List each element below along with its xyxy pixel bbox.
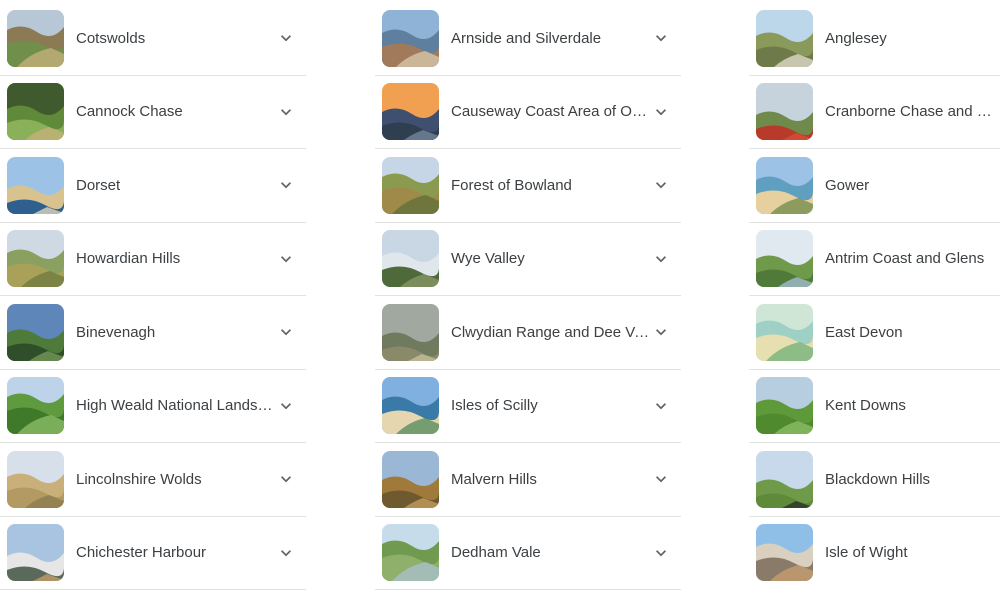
place-name-label: Antrim Coast and Glens xyxy=(825,250,985,268)
place-list-item[interactable]: Clwydian Range and Dee Valley xyxy=(375,296,681,370)
place-list-item[interactable]: Blackdown Hills xyxy=(749,443,1000,517)
place-list-item[interactable]: Antrim Coast and Glens xyxy=(749,223,1000,296)
place-name-label: Cotswolds xyxy=(76,29,146,47)
place-thumbnail xyxy=(382,524,439,582)
place-list-item[interactable]: Wye Valley xyxy=(375,223,681,296)
place-name-label: Malvern Hills xyxy=(451,470,537,488)
place-thumbnail xyxy=(382,9,439,67)
place-name-label: Blackdown Hills xyxy=(825,470,931,488)
place-thumbnail xyxy=(756,156,813,214)
place-name-label: Forest of Bowland xyxy=(451,176,572,194)
place-name-label: Kent Downs xyxy=(825,397,906,415)
place-list-item[interactable]: Arnside and Silverdale xyxy=(375,2,681,76)
chevron-down-icon[interactable] xyxy=(651,249,671,269)
chevron-down-icon[interactable] xyxy=(276,469,296,489)
place-list-item[interactable]: Cranborne Chase and West Wiltshire Downs xyxy=(749,76,1000,149)
place-list-item[interactable]: Forest of Bowland xyxy=(375,149,681,223)
place-list-item[interactable]: Malvern Hills xyxy=(375,443,681,517)
place-list-item[interactable]: Dedham Vale xyxy=(375,517,681,590)
place-list-item[interactable]: Chichester Harbour xyxy=(0,517,306,590)
place-list-item[interactable]: Cannock Chase xyxy=(0,76,306,149)
place-name-label: Gower xyxy=(825,176,870,194)
place-name-label: Causeway Coast Area of Outstanding Natur… xyxy=(451,103,651,121)
place-name-label: Chichester Harbour xyxy=(76,544,207,562)
chevron-down-icon[interactable] xyxy=(651,322,671,342)
places-column-2: Arnside and Silverdale Causeway Coast Ar… xyxy=(375,2,681,590)
chevron-down-icon[interactable] xyxy=(651,102,671,122)
chevron-down-icon[interactable] xyxy=(651,28,671,48)
place-name-label: Isle of Wight xyxy=(825,544,908,562)
chevron-down-icon[interactable] xyxy=(651,543,671,563)
place-name-label: Dorset xyxy=(76,176,121,194)
chevron-down-icon[interactable] xyxy=(651,469,671,489)
place-thumbnail xyxy=(756,9,813,67)
chevron-down-icon[interactable] xyxy=(651,396,671,416)
place-thumbnail xyxy=(382,230,439,288)
place-name-label: Wye Valley xyxy=(451,250,525,268)
place-list-item[interactable]: Gower xyxy=(749,149,1000,223)
chevron-down-icon[interactable] xyxy=(276,28,296,48)
place-list-item[interactable]: Causeway Coast Area of Outstanding Natur… xyxy=(375,76,681,149)
chevron-down-icon[interactable] xyxy=(276,543,296,563)
place-name-label: Arnside and Silverdale xyxy=(451,29,602,47)
place-thumbnail xyxy=(756,377,813,435)
place-list-item[interactable]: Dorset xyxy=(0,149,306,223)
chevron-down-icon[interactable] xyxy=(276,249,296,269)
place-thumbnail xyxy=(7,9,64,67)
place-list-item[interactable]: Isle of Wight xyxy=(749,517,1000,590)
chevron-down-icon[interactable] xyxy=(651,175,671,195)
place-name-label: Lincolnshire Wolds xyxy=(76,470,202,488)
place-list-item[interactable]: High Weald National Landscape xyxy=(0,370,306,443)
place-name-label: High Weald National Landscape xyxy=(76,397,276,415)
place-thumbnail xyxy=(7,377,64,435)
place-thumbnail xyxy=(7,156,64,214)
place-thumbnail xyxy=(756,83,813,141)
place-thumbnail xyxy=(756,230,813,288)
place-name-label: Cannock Chase xyxy=(76,103,183,121)
place-list-item[interactable]: Binevenagh xyxy=(0,296,306,370)
place-thumbnail xyxy=(7,83,64,141)
place-thumbnail xyxy=(7,303,64,361)
place-thumbnail xyxy=(382,156,439,214)
place-thumbnail xyxy=(382,83,439,141)
places-grid: Cotswolds Cannock Chase Dorset Howardian… xyxy=(0,0,1000,591)
place-thumbnail xyxy=(7,230,64,288)
place-name-label: Clwydian Range and Dee Valley xyxy=(451,323,651,341)
chevron-down-icon[interactable] xyxy=(276,175,296,195)
places-column-1: Cotswolds Cannock Chase Dorset Howardian… xyxy=(0,2,306,590)
place-thumbnail xyxy=(7,524,64,582)
place-list-item[interactable]: Kent Downs xyxy=(749,370,1000,443)
places-column-3: Anglesey Cranborne Chase and West Wiltsh… xyxy=(749,2,1000,589)
place-thumbnail xyxy=(756,303,813,361)
place-thumbnail xyxy=(382,450,439,508)
place-name-label: Cranborne Chase and West Wiltshire Downs xyxy=(825,103,1000,121)
chevron-down-icon[interactable] xyxy=(276,102,296,122)
place-list-item[interactable]: Cotswolds xyxy=(0,2,306,76)
chevron-down-icon[interactable] xyxy=(276,396,296,416)
place-thumbnail xyxy=(382,303,439,361)
place-name-label: Anglesey xyxy=(825,29,887,47)
place-name-label: Dedham Vale xyxy=(451,544,541,562)
place-name-label: Binevenagh xyxy=(76,323,156,341)
place-thumbnail xyxy=(382,377,439,435)
place-thumbnail xyxy=(756,524,813,582)
place-name-label: East Devon xyxy=(825,323,903,341)
place-name-label: Isles of Scilly xyxy=(451,397,538,415)
chevron-down-icon[interactable] xyxy=(276,322,296,342)
place-list-item[interactable]: Isles of Scilly xyxy=(375,370,681,443)
place-list-item[interactable]: Anglesey xyxy=(749,2,1000,76)
place-name-label: Howardian Hills xyxy=(76,250,181,268)
place-list-item[interactable]: East Devon xyxy=(749,296,1000,370)
place-list-item[interactable]: Howardian Hills xyxy=(0,223,306,296)
place-list-item[interactable]: Lincolnshire Wolds xyxy=(0,443,306,517)
place-thumbnail xyxy=(756,450,813,508)
place-thumbnail xyxy=(7,450,64,508)
